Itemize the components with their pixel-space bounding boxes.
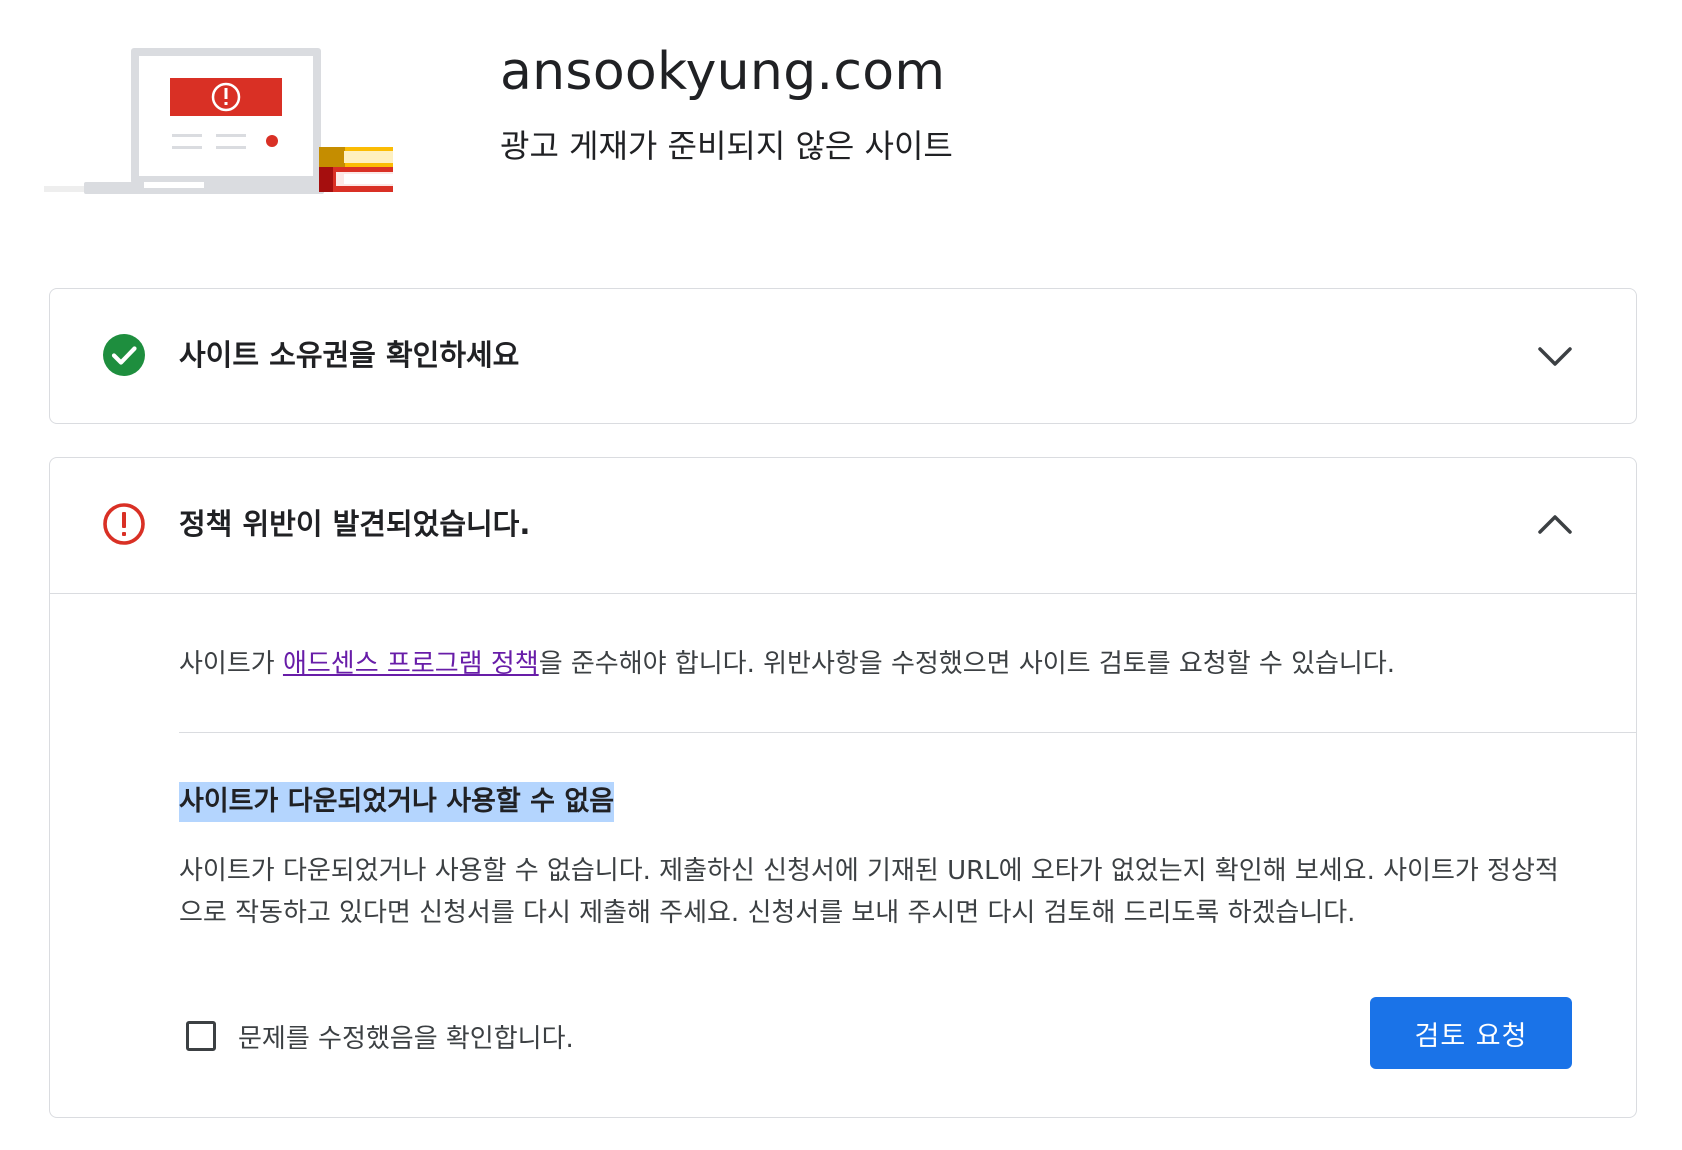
error-circle-icon — [103, 503, 145, 545]
ownership-card-title: 사이트 소유권을 확인하세요 — [179, 338, 520, 372]
confirm-fix-row[interactable]: 문제를 수정했음을 확인합니다. — [186, 1016, 574, 1056]
confirm-fix-checkbox[interactable] — [186, 1021, 216, 1051]
issue-title: 사이트가 다운되었거나 사용할 수 없음 — [179, 782, 615, 822]
site-name: ansookyung.com — [500, 42, 946, 102]
site-status-subtitle: 광고 게재가 준비되지 않은 사이트 — [500, 127, 953, 165]
check-circle-icon — [103, 334, 145, 376]
site-warning-illustration — [44, 48, 393, 194]
chevron-up-icon[interactable] — [1536, 506, 1574, 544]
issue-description: 사이트가 다운되었거나 사용할 수 없습니다. 제출하신 신청서에 기재된 UR… — [179, 856, 1559, 928]
section-divider — [179, 732, 1636, 733]
adsense-policy-link[interactable]: 애드센스 프로그램 정책 — [283, 649, 539, 679]
policy-violation-card-header[interactable]: 정책 위반이 발견되었습니다. — [50, 458, 1636, 593]
ownership-card-header[interactable]: 사이트 소유권을 확인하세요 — [50, 289, 1636, 424]
policy-text-suffix: 을 준수해야 합니다. 위반사항을 수정했으면 사이트 검토를 요청할 수 있습… — [538, 649, 1396, 679]
ownership-card: 사이트 소유권을 확인하세요 — [49, 288, 1637, 424]
policy-compliance-text: 사이트가 애드센스 프로그램 정책을 준수해야 합니다. 위반사항을 수정했으면… — [179, 644, 1395, 684]
policy-violation-card-body: 사이트가 애드센스 프로그램 정책을 준수해야 합니다. 위반사항을 수정했으면… — [50, 593, 1636, 1118]
confirm-fix-label[interactable]: 문제를 수정했음을 확인합니다. — [238, 1018, 574, 1055]
request-review-button[interactable]: 검토 요청 — [1370, 997, 1572, 1069]
policy-violation-card: 정책 위반이 발견되었습니다. 사이트가 애드센스 프로그램 정책을 준수해야 … — [49, 457, 1637, 1118]
policy-violation-card-title: 정책 위반이 발견되었습니다. — [179, 507, 531, 541]
chevron-down-icon[interactable] — [1536, 337, 1574, 375]
policy-text-prefix: 사이트가 — [179, 649, 283, 679]
